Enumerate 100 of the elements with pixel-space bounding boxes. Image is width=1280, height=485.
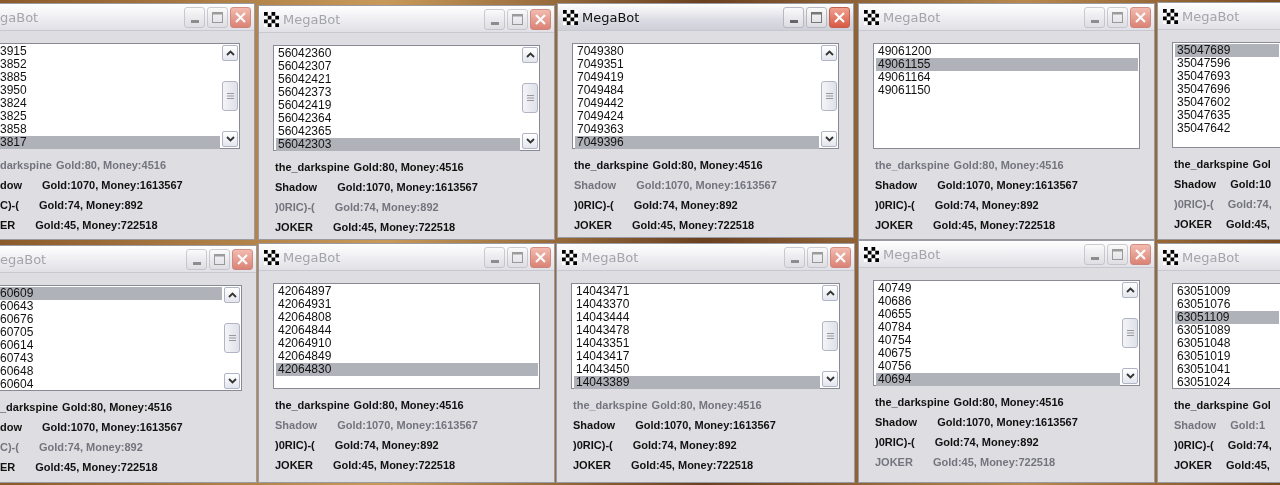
list-item[interactable]: 63051024 (1175, 376, 1279, 389)
scrollbar[interactable] (821, 284, 839, 388)
list-item[interactable]: 40784 (876, 321, 1120, 334)
maximize-button[interactable] (209, 248, 230, 270)
list-item[interactable]: 14043444 (574, 311, 820, 324)
list-item[interactable]: 56042421 (276, 73, 520, 86)
close-button[interactable] (530, 246, 551, 268)
list-item[interactable]: 14043417 (574, 350, 820, 363)
list-item[interactable]: 63051019 (1175, 350, 1279, 363)
list-item[interactable]: 35047642 (1175, 122, 1279, 135)
list-item[interactable]: 7049419 (575, 71, 819, 84)
list-item[interactable]: 14043351 (574, 337, 820, 350)
list-item[interactable]: 3852 (0, 58, 220, 71)
close-button[interactable] (1130, 243, 1151, 265)
list-item[interactable]: 3825 (0, 110, 220, 123)
list-item[interactable]: 60614 (0, 339, 222, 352)
list-item[interactable]: 42064897 (276, 285, 538, 298)
scroll-thumb[interactable] (822, 321, 838, 351)
close-button[interactable] (829, 6, 850, 28)
list-item[interactable]: 42064910 (276, 337, 538, 350)
close-button[interactable] (230, 6, 251, 28)
list-item[interactable]: 3858 (0, 123, 220, 136)
list-item[interactable]: 14043370 (574, 298, 820, 311)
scroll-down-button[interactable] (822, 371, 838, 387)
scroll-thumb[interactable] (1122, 318, 1138, 348)
list-item[interactable]: 56042365 (276, 125, 520, 138)
list-item[interactable]: 42064849 (276, 350, 538, 363)
list-item[interactable]: 40694 (876, 373, 1120, 386)
scroll-down-button[interactable] (224, 373, 240, 389)
minimize-button[interactable] (784, 246, 805, 268)
list-item[interactable]: 40756 (876, 360, 1120, 373)
list-item[interactable]: 7049380 (575, 45, 819, 58)
list-item[interactable]: 3915 (0, 45, 220, 58)
list-item[interactable]: 49061200 (876, 45, 1138, 58)
maximize-button[interactable] (1107, 6, 1128, 28)
maximize-button[interactable] (507, 8, 528, 30)
list-item[interactable]: 7049424 (575, 110, 819, 123)
scroll-up-button[interactable] (821, 45, 837, 61)
scroll-down-button[interactable] (522, 133, 538, 149)
list-item[interactable]: 42064931 (276, 298, 538, 311)
close-button[interactable] (830, 246, 851, 268)
list-item[interactable]: 3824 (0, 97, 220, 110)
minimize-button[interactable] (484, 246, 505, 268)
list-item[interactable]: 60609 (0, 287, 222, 300)
list-item[interactable]: 56042360 (276, 47, 520, 60)
list-item[interactable]: 7049484 (575, 84, 819, 97)
list-item[interactable]: 14043478 (574, 324, 820, 337)
list-item[interactable]: 40686 (876, 295, 1120, 308)
list-item[interactable]: 40754 (876, 334, 1120, 347)
list-item[interactable]: 3950 (0, 84, 220, 97)
list-item[interactable]: 49061164 (876, 71, 1138, 84)
scroll-up-button[interactable] (1122, 282, 1138, 298)
scrollbar[interactable] (1121, 281, 1139, 385)
minimize-button[interactable] (184, 6, 205, 28)
list-item[interactable]: 14043471 (574, 285, 820, 298)
list-item[interactable]: 35047635 (1175, 109, 1279, 122)
close-button[interactable] (232, 248, 253, 270)
list-item[interactable]: 60743 (0, 352, 222, 365)
list-item[interactable]: 14043450 (574, 363, 820, 376)
list-item[interactable]: 35047693 (1175, 70, 1279, 83)
minimize-button[interactable] (1084, 6, 1105, 28)
list-item[interactable]: 40655 (876, 308, 1120, 321)
minimize-button[interactable] (783, 6, 804, 28)
list-item[interactable]: 63051048 (1175, 337, 1279, 350)
list-item[interactable]: 7049396 (575, 136, 819, 149)
scroll-thumb[interactable] (224, 323, 240, 353)
maximize-button[interactable] (806, 6, 827, 28)
minimize-button[interactable] (484, 8, 505, 30)
scroll-up-button[interactable] (822, 285, 838, 301)
list-item[interactable]: 3817 (0, 136, 220, 149)
scroll-thumb[interactable] (222, 81, 238, 111)
list-item[interactable]: 63051089 (1175, 324, 1279, 337)
list-item[interactable]: 63051041 (1175, 363, 1279, 376)
list-item[interactable]: 63051009 (1175, 285, 1279, 298)
scroll-thumb[interactable] (522, 83, 538, 113)
list-item[interactable]: 14043389 (574, 376, 820, 389)
list-item[interactable]: 56042364 (276, 112, 520, 125)
close-button[interactable] (1130, 6, 1151, 28)
scroll-down-button[interactable] (222, 131, 238, 147)
maximize-button[interactable] (207, 6, 228, 28)
list-item[interactable]: 56042307 (276, 60, 520, 73)
list-item[interactable]: 49061150 (876, 84, 1138, 97)
list-item[interactable]: 40675 (876, 347, 1120, 360)
list-item[interactable]: 56042303 (276, 138, 520, 151)
list-item[interactable]: 60604 (0, 378, 222, 391)
list-item[interactable]: 49061155 (876, 58, 1138, 71)
scrollbar[interactable] (521, 46, 539, 150)
scrollbar[interactable] (223, 286, 241, 390)
minimize-button[interactable] (1084, 243, 1105, 265)
list-item[interactable]: 60676 (0, 313, 222, 326)
scroll-up-button[interactable] (222, 45, 238, 61)
list-item[interactable]: 35047696 (1175, 83, 1279, 96)
scroll-down-button[interactable] (821, 131, 837, 147)
close-button[interactable] (530, 8, 551, 30)
list-item[interactable]: 42064808 (276, 311, 538, 324)
list-item[interactable]: 42064830 (276, 363, 538, 376)
list-item[interactable]: 35047596 (1175, 57, 1279, 70)
list-item[interactable]: 35047602 (1175, 96, 1279, 109)
maximize-button[interactable] (1107, 243, 1128, 265)
list-item[interactable]: 56042419 (276, 99, 520, 112)
